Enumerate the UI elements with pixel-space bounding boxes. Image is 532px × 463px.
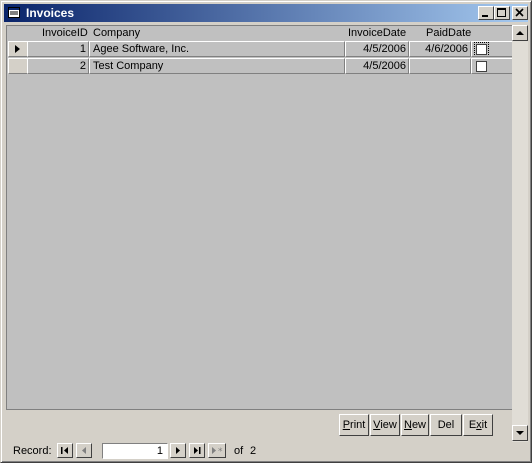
cell-invoiceid[interactable]: 2	[27, 58, 89, 74]
column-header-paiddate: PaidDate	[426, 27, 472, 39]
last-record-button[interactable]	[189, 443, 205, 458]
cell-company[interactable]: Agee Software, Inc.	[89, 41, 345, 57]
scroll-down-button[interactable]	[512, 425, 528, 441]
prev-record-button[interactable]	[76, 443, 92, 458]
prev-record-icon	[82, 447, 86, 454]
column-header-row: InvoiceID Company InvoiceDate PaidDate	[7, 26, 515, 41]
invoices-window: Invoices InvoiceID Company InvoiceDate P…	[0, 0, 532, 463]
cell-invoicedate[interactable]: 4/5/2006	[345, 41, 409, 57]
record-number-input[interactable]: 1	[102, 443, 168, 459]
cell-paid	[471, 58, 515, 74]
view-button[interactable]: View	[370, 414, 400, 436]
cell-company[interactable]: Test Company	[89, 58, 345, 74]
last-record-icon	[194, 447, 201, 454]
title-bar[interactable]: Invoices	[4, 4, 528, 22]
cell-paiddate[interactable]	[409, 58, 471, 74]
window-title: Invoices	[26, 6, 75, 20]
record-navigator: Record: 1 * of 2	[6, 442, 266, 460]
of-label: of	[234, 445, 244, 457]
scroll-down-icon	[516, 431, 524, 435]
maximize-icon	[497, 8, 506, 17]
maximize-button[interactable]	[494, 6, 510, 20]
cell-invoicedate[interactable]: 4/5/2006	[345, 58, 409, 74]
cell-paid	[471, 41, 515, 57]
new-record-icon: *	[212, 447, 223, 457]
record-total: 2	[250, 445, 257, 457]
paid-checkbox[interactable]	[476, 61, 487, 72]
column-header-invoicedate: InvoiceDate	[348, 27, 407, 39]
first-record-button[interactable]	[57, 443, 73, 458]
table-row[interactable]: 2 Test Company 4/5/2006	[7, 58, 515, 74]
next-record-icon	[176, 447, 180, 454]
first-record-icon	[61, 447, 68, 454]
next-record-button[interactable]	[170, 443, 186, 458]
close-icon	[515, 8, 524, 17]
vertical-scrollbar[interactable]	[512, 25, 528, 442]
record-label: Record:	[13, 445, 52, 457]
svg-text:*: *	[218, 447, 223, 457]
scroll-up-button[interactable]	[512, 25, 528, 41]
column-header-company: Company	[93, 27, 141, 39]
paid-checkbox[interactable]	[474, 42, 489, 56]
cell-paiddate[interactable]: 4/6/2006	[409, 41, 471, 57]
new-button[interactable]: New	[401, 414, 429, 436]
record-selector[interactable]	[8, 58, 28, 74]
form-footer: Print View New Del Exit	[6, 409, 512, 438]
table-row[interactable]: 1 Agee Software, Inc. 4/5/2006 4/6/2006	[7, 41, 515, 57]
new-record-button[interactable]: *	[208, 443, 226, 458]
column-header-invoiceid: InvoiceID	[42, 27, 88, 39]
record-selector[interactable]	[8, 41, 28, 57]
cell-invoiceid[interactable]: 1	[27, 41, 89, 57]
minimize-button[interactable]	[478, 6, 494, 20]
close-button[interactable]	[512, 6, 528, 20]
datasheet-area: InvoiceID Company InvoiceDate PaidDate 1…	[6, 25, 515, 410]
del-button[interactable]: Del	[430, 414, 462, 436]
exit-button[interactable]: Exit	[463, 414, 493, 436]
form-icon	[8, 7, 20, 18]
scroll-up-icon	[516, 31, 524, 35]
record-selector-arrow-icon	[15, 45, 20, 53]
minimize-icon	[482, 15, 488, 17]
print-button[interactable]: Print	[339, 414, 369, 436]
